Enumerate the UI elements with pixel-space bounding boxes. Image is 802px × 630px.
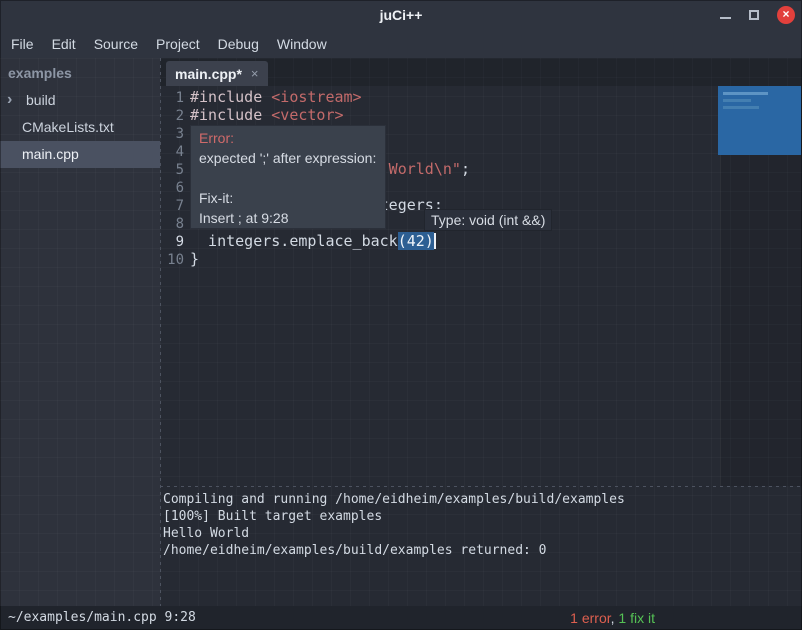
menu-item-edit[interactable]: Edit [43, 30, 85, 58]
code-text: } [184, 250, 199, 268]
close-button[interactable]: × [774, 0, 798, 30]
code-line-10[interactable]: 10} [160, 250, 802, 268]
close-icon: × [777, 6, 795, 24]
sidebar-item-cmakelists-txt[interactable]: CMakeLists.txt [0, 114, 160, 141]
status-file-location: ~/examples/main.cpp 9:28 [8, 606, 196, 630]
minimize-icon [720, 17, 731, 19]
code-text: #include <iostream> [184, 88, 362, 106]
overview-map[interactable] [718, 86, 801, 155]
status-diagnostics: 1 error, 1 fix it [570, 606, 655, 630]
code-token: integers.emplace_back [190, 232, 398, 250]
tree-item-label: main.cpp [22, 146, 79, 162]
menu-item-source[interactable]: Source [85, 30, 147, 58]
menu-item-window[interactable]: Window [268, 30, 336, 58]
code-line-1[interactable]: 1#include <iostream> [160, 88, 802, 106]
window-title: juCi++ [380, 7, 423, 23]
error-label: Error: [199, 128, 377, 148]
terminal-line: /home/eidheim/examples/build/examples re… [163, 542, 799, 559]
code-token: #include [190, 106, 271, 124]
code-token: ; [461, 160, 470, 178]
fixit-label: Fix-it: [199, 188, 377, 208]
minimap-mark [723, 99, 751, 102]
text-cursor [434, 233, 436, 249]
code-token: (42) [398, 232, 434, 250]
terminal-line: [100%] Built target examples [163, 508, 799, 525]
pane-divider-vertical[interactable] [160, 58, 161, 606]
sidebar-item-build[interactable]: › build [0, 87, 160, 114]
line-number: 8 [160, 215, 184, 233]
menubar: FileEditSourceProjectDebugWindow [0, 30, 802, 58]
error-message: expected ';' after expression: [199, 148, 377, 168]
project-name: examples [0, 58, 160, 87]
tab-label: main.cpp* [175, 66, 242, 82]
app-window: juCi++ × FileEditSourceProjectDebugWindo… [0, 0, 802, 630]
menu-item-file[interactable]: File [2, 30, 43, 58]
terminal-line: Hello World [163, 525, 799, 542]
line-number: 6 [160, 179, 184, 197]
line-number: 7 [160, 197, 184, 215]
main-content: examples › build CMakeLists.txt main.cpp ma… [0, 58, 802, 606]
restore-button[interactable] [742, 0, 766, 30]
file-tree: › build CMakeLists.txt main.cpp [0, 87, 160, 168]
type-tooltip: Type: void (int &&) [424, 209, 552, 231]
menu-item-debug[interactable]: Debug [209, 30, 268, 58]
line-number: 1 [160, 89, 184, 107]
terminal-line: Compiling and running /home/eidheim/exam… [163, 491, 799, 508]
tree-item-label: CMakeLists.txt [22, 119, 114, 135]
editor-pane: main.cpp*× 1#include <iostream>2#include… [160, 58, 802, 606]
line-number: 9 [160, 233, 184, 251]
restore-icon [749, 10, 759, 20]
code-token: #include [190, 88, 271, 106]
tab-main-cpp[interactable]: main.cpp* × [166, 61, 268, 86]
tree-item-label: build [26, 92, 56, 108]
status-fixit-count: 1 fix it [618, 610, 655, 626]
tooltip-spacer [199, 168, 377, 188]
code-line-9[interactable]: 9 integers.emplace_back(42) [160, 232, 802, 250]
minimize-button[interactable] [714, 0, 738, 30]
sidebar: examples › build CMakeLists.txt main.cpp [0, 58, 160, 606]
close-tab-icon[interactable]: × [251, 66, 259, 81]
minimap-mark [723, 92, 768, 95]
status-error-count: 1 error [570, 610, 610, 626]
code-token: } [190, 250, 199, 268]
menu-item-project[interactable]: Project [147, 30, 209, 58]
chevron-right-icon[interactable]: › [7, 86, 12, 113]
editor[interactable]: 1#include <iostream>2#include <vector>34… [160, 86, 802, 486]
tabbar: main.cpp* × [160, 58, 802, 86]
line-number: 5 [160, 161, 184, 179]
fixit-action: Insert ; at 9:28 [199, 208, 377, 228]
code-token: <iostream> [271, 88, 361, 106]
statusbar: ~/examples/main.cpp 9:28 1 error, 1 fix … [0, 606, 802, 630]
code-token: <vector> [271, 106, 343, 124]
line-number: 10 [160, 251, 184, 269]
line-number: 3 [160, 125, 184, 143]
code-text: integers.emplace_back(42) [184, 232, 436, 250]
code-text: #include <vector> [184, 106, 344, 124]
minimap-mark [723, 106, 759, 109]
line-number: 4 [160, 143, 184, 161]
line-number: 2 [160, 107, 184, 125]
titlebar: juCi++ × [0, 0, 802, 30]
terminal[interactable]: Compiling and running /home/eidheim/exam… [160, 487, 802, 606]
diagnostic-tooltip: Error: expected ';' after expression: Fi… [190, 125, 386, 229]
sidebar-item-main-cpp[interactable]: main.cpp [0, 141, 160, 168]
code-line-2[interactable]: 2#include <vector> [160, 106, 802, 124]
